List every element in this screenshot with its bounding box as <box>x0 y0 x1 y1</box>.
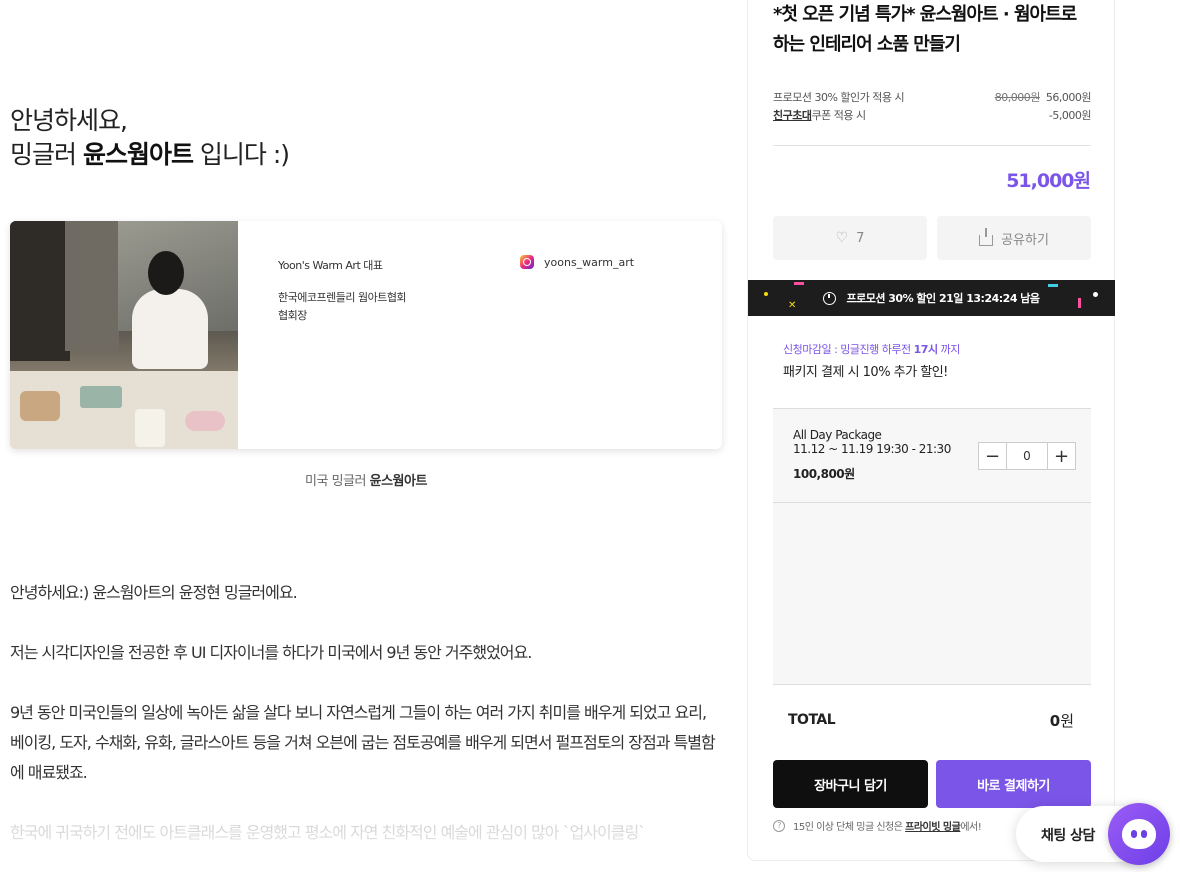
option-list: All Day Package 11.12 ~ 11.19 19:30 - 21… <box>773 408 1091 685</box>
promo-price-values: 80,000원 56,000원 <box>994 89 1092 105</box>
deadline-time: 17시 <box>913 343 938 356</box>
photo-wall-light <box>65 221 119 351</box>
promotion-countdown-banner: ✕ 프로모션 30% 할인 21일 13:24:24 남음 <box>748 280 1115 316</box>
question-icon: ? <box>773 819 785 832</box>
option-date: 11.12 ~ 11.19 19:30 - 21:30 <box>793 442 951 456</box>
article-paragraph: 한국에 귀국하기 전에도 아트클래스를 운영했고 평소에 자연 친화적인 예술에… <box>10 823 646 842</box>
final-price: 51,000원 <box>1006 170 1091 192</box>
share-icon <box>979 227 994 246</box>
class-title: *첫 오픈 기념 특가* 윤스웜아트 · 웜아트로 하는 인테리어 소품 만들기 <box>773 4 1077 55</box>
coupon-discount: -5,000원 <box>1048 109 1092 122</box>
share-button[interactable]: 공유하기 <box>937 216 1091 260</box>
photo-cup <box>135 409 165 447</box>
help-prefix: 15인 이상 단체 밍글 신청은 <box>793 822 906 833</box>
total-unit: 원 <box>1060 712 1074 730</box>
article-paragraph: 저는 시각디자인을 전공한 후 UI 디자이너를 하다가 미국에서 9년 동안 … <box>10 643 532 662</box>
coupon-label: 쿠폰 적용 시 <box>811 109 866 122</box>
increase-button[interactable]: + <box>1048 443 1075 469</box>
caption-host-name: 윤스웜아트 <box>369 474 428 489</box>
photo-person-head <box>148 251 184 295</box>
promo-price-row: 프로모션 30% 할인가 적용 시 80,000원 56,000원 <box>773 89 1092 105</box>
confetti-decoration <box>764 292 768 296</box>
greeting-prefix: 밍글러 <box>10 140 83 169</box>
original-price: 80,000원 <box>994 91 1041 104</box>
article-paragraph: 9년 동안 미국인들의 일상에 녹아든 삶을 살다 보니 자연스럽게 그들이 하… <box>10 703 716 782</box>
photo-person-body <box>132 289 208 369</box>
help-suffix: 에서! <box>960 822 982 833</box>
host-name: 윤스웜아트 <box>82 140 194 169</box>
host-association: 한국에코프렌들리 웜아트협회 협회장 <box>278 289 458 325</box>
share-label: 공유하기 <box>1001 232 1049 248</box>
private-mingle-link[interactable]: 프라이빗 밍글 <box>905 822 961 833</box>
option-price: 100,800원 <box>793 467 855 481</box>
coupon-link[interactable]: 친구초대 <box>773 109 812 122</box>
coupon-price-row: 친구초대쿠폰 적용 시 -5,000원 <box>773 107 1092 123</box>
host-photo <box>10 221 238 449</box>
greeting-suffix: 입니다 :) <box>192 140 290 169</box>
host-role: Yoon's Warm Art 대표 <box>278 259 383 272</box>
promo-price: 56,000원 <box>1045 91 1092 104</box>
promo-countdown-text: 프로모션 30% 할인 21일 13:24:24 남음 <box>846 292 1040 305</box>
association-title: 협회장 <box>278 309 307 322</box>
article-paragraph: 안녕하세요:) 윤스웜아트의 윤정현 밍글러에요. <box>10 583 298 602</box>
photo-craft-item <box>80 386 122 408</box>
group-booking-note: ? 15인 이상 단체 밍글 신청은 프라이빗 밍글에서! <box>773 818 982 833</box>
total-label: TOTAL <box>788 712 836 728</box>
like-button[interactable]: ♡ 7 <box>773 216 927 260</box>
application-deadline: 신청마감일 : 밍글진행 하루전 17시 까지 <box>783 341 960 357</box>
greeting-line-2: 밍글러 윤스웜아트 입니다 :) <box>10 138 290 172</box>
heart-icon: ♡ <box>835 230 849 246</box>
article-content: 안녕하세요, 밍글러 윤스웜아트 입니다 :) Yoon's Warm Art … <box>10 0 722 872</box>
package-discount-note: 패키지 결제 시 10% 추가 할인! <box>783 365 948 380</box>
photo-craft-item <box>20 391 60 421</box>
confetti-decoration <box>1078 298 1081 308</box>
greeting-heading: 안녕하세요, 밍글러 윤스웜아트 입니다 :) <box>10 104 290 172</box>
total-amount: 0원 <box>1050 710 1074 731</box>
association-name: 한국에코프렌들리 웜아트협회 <box>278 291 407 304</box>
option-row: All Day Package 11.12 ~ 11.19 19:30 - 21… <box>773 409 1091 503</box>
photo-wall <box>10 221 70 361</box>
deadline-prefix: 신청마감일 : 밍글진행 하루전 <box>783 343 914 356</box>
confetti-decoration: ✕ <box>788 300 796 311</box>
caption-prefix: 미국 밍글러 <box>305 474 370 489</box>
greeting-line-1: 안녕하세요, <box>10 106 128 135</box>
chat-bot-icon <box>1122 819 1156 849</box>
buy-now-button[interactable]: 바로 결제하기 <box>936 760 1091 808</box>
divider <box>773 145 1091 146</box>
quantity-stepper: − 0 + <box>978 442 1076 470</box>
total-value: 0 <box>1049 712 1061 730</box>
chat-launcher-button[interactable] <box>1108 803 1170 865</box>
chat-label: 채팅 상담 <box>1041 828 1095 844</box>
promo-discount-label: 프로모션 30% 할인가 적용 시 <box>773 91 905 104</box>
add-to-cart-button[interactable]: 장바구니 담기 <box>773 760 928 808</box>
quantity-value[interactable]: 0 <box>1006 443 1048 469</box>
host-profile-card: Yoon's Warm Art 대표 한국에코프렌들리 웜아트협회 협회장 yo… <box>10 221 722 449</box>
photo-craft-item <box>185 411 225 431</box>
decrease-button[interactable]: − <box>979 443 1006 469</box>
instagram-handle: yoons_warm_art <box>544 255 635 269</box>
clock-icon <box>823 291 837 305</box>
confetti-decoration <box>1048 284 1058 287</box>
confetti-decoration <box>1093 292 1098 297</box>
instagram-link[interactable]: yoons_warm_art <box>520 255 634 269</box>
like-count: 7 <box>856 230 865 246</box>
confetti-decoration <box>794 282 804 285</box>
deadline-suffix: 까지 <box>937 343 961 356</box>
photo-caption: 미국 밍글러 윤스웜아트 <box>10 470 722 489</box>
instagram-icon <box>520 255 534 269</box>
booking-panel: *첫 오픈 기념 특가* 윤스웜아트 · 웜아트로 하는 인테리어 소품 만들기… <box>747 0 1115 861</box>
option-name: All Day Package <box>793 428 882 442</box>
